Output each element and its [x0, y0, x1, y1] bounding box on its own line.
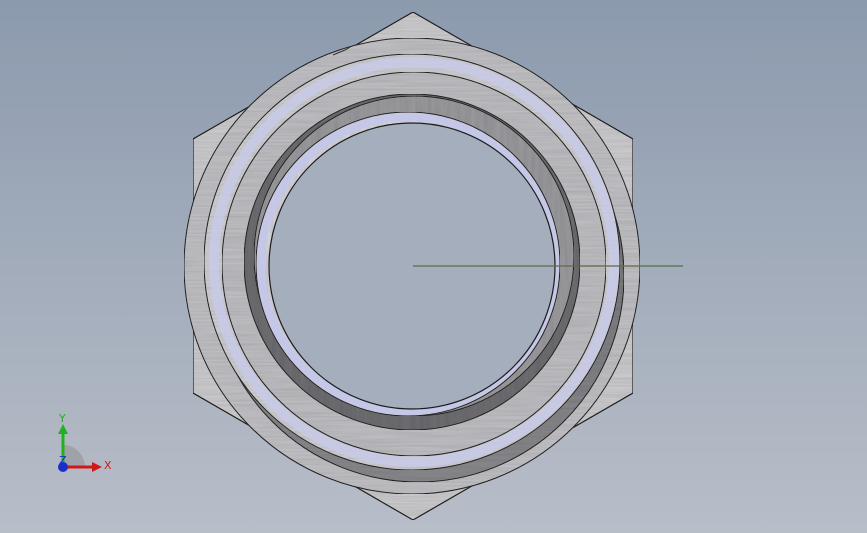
model-view[interactable] — [0, 0, 867, 533]
3d-viewport[interactable]: Y X Z — [0, 0, 867, 533]
orientation-triad[interactable]: Y X Z — [44, 410, 124, 480]
y-axis-label: Y — [58, 412, 66, 425]
x-axis-label: X — [104, 459, 112, 472]
x-axis-arrow — [92, 462, 102, 472]
y-axis-arrow — [58, 424, 68, 434]
z-axis-label: Z — [59, 454, 67, 467]
